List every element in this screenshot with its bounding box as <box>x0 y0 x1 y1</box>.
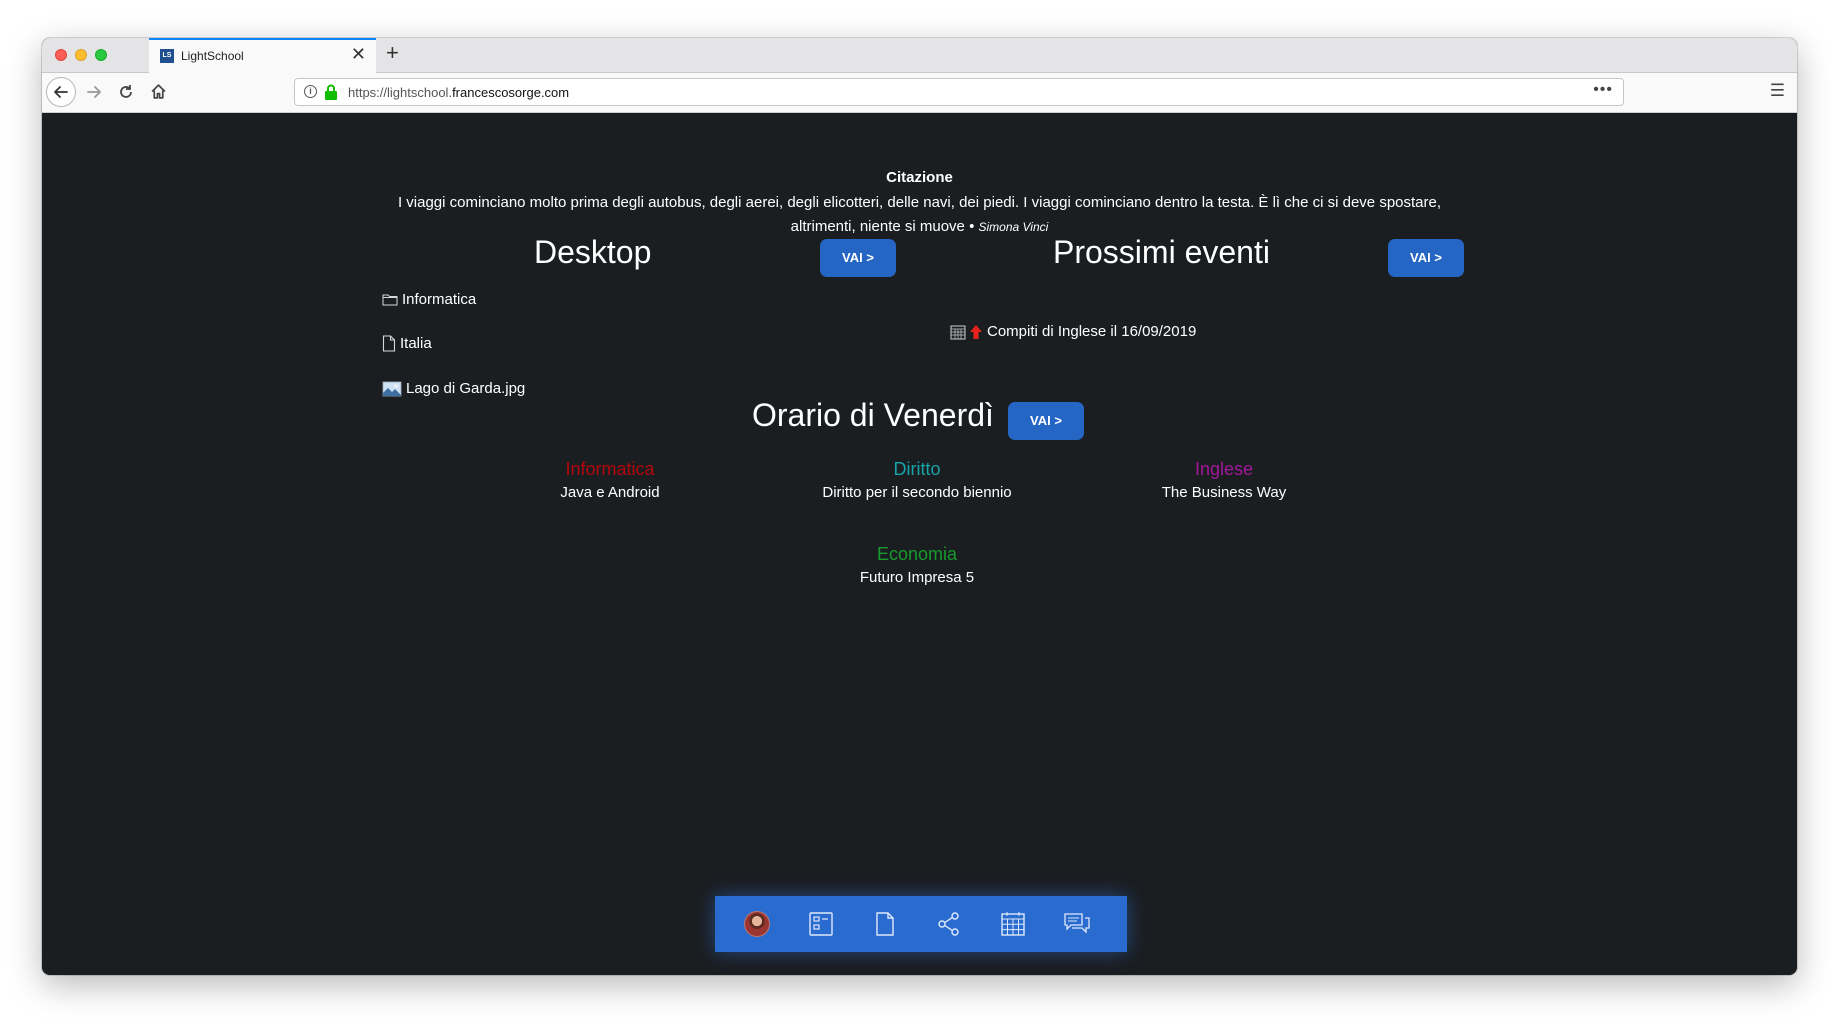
desktop-item-label: Informatica <box>402 291 477 308</box>
calendar-icon <box>1001 912 1025 936</box>
reload-button[interactable] <box>118 80 134 106</box>
schedule-book: The Business Way <box>1161 484 1287 501</box>
home-button[interactable] <box>150 80 167 106</box>
event-item[interactable]: Compiti di Inglese il 16/09/2019 <box>950 323 1196 340</box>
schedule-book: Java e Android <box>560 484 660 501</box>
schedule-book: Diritto per il secondo biennio <box>822 484 1012 501</box>
quote-separator: • <box>964 218 979 235</box>
close-window-button[interactable] <box>55 49 67 61</box>
desktop-item-informatica[interactable]: Informatica <box>382 291 476 308</box>
desktop-item-label: Lago di Garda.jpg <box>406 380 526 397</box>
dock-files-button[interactable] <box>869 908 901 940</box>
close-tab-icon[interactable]: ✕ <box>351 44 366 65</box>
browser-window: LS LightSchool ✕ + i https://lightschool… <box>42 38 1797 975</box>
site-info-icon[interactable]: i <box>304 85 317 98</box>
schedule-subject: Diritto <box>893 459 941 479</box>
zoom-window-button[interactable] <box>95 49 107 61</box>
schedule-entry-economia[interactable]: Economia Futuro Impresa 5 <box>767 544 1067 586</box>
event-label: Compiti di Inglese il 16/09/2019 <box>987 323 1197 340</box>
quote-title: Citazione <box>886 169 953 186</box>
avatar <box>744 911 770 937</box>
schedule-book: Futuro Impresa 5 <box>859 569 975 586</box>
bottom-dock <box>715 896 1127 952</box>
dock-desktop-button[interactable] <box>805 908 837 940</box>
events-title: Prossimi eventi <box>1053 234 1270 270</box>
dock-calendar-button[interactable] <box>997 908 1029 940</box>
document-icon <box>382 335 396 352</box>
dock-share-button[interactable] <box>933 908 965 940</box>
navigation-bar: i https://lightschool.francescosorge.com… <box>42 73 1797 113</box>
schedule-entry-inglese[interactable]: Inglese The Business Way <box>1074 459 1374 501</box>
file-icon <box>876 912 894 936</box>
url-prefix: https://lightschool. <box>348 85 453 100</box>
dock-messages-button[interactable] <box>1061 908 1093 940</box>
menu-icon[interactable]: ☰ <box>1770 81 1785 101</box>
desktop-title: Desktop <box>534 234 652 270</box>
profile-avatar-button[interactable] <box>741 908 773 940</box>
lock-icon <box>325 84 337 100</box>
new-tab-button[interactable]: + <box>386 40 399 66</box>
schedule-entry-informatica[interactable]: Informatica Java e Android <box>460 459 760 501</box>
quote-text: I viaggi cominciano molto prima degli au… <box>397 194 1442 235</box>
url-host: francescosorge.com <box>452 85 570 100</box>
messages-icon <box>1064 913 1090 934</box>
share-icon <box>938 912 959 936</box>
folder-icon <box>382 294 398 306</box>
desktop-item-lago-di-garda[interactable]: Lago di Garda.jpg <box>382 380 525 397</box>
tab-lightschool[interactable]: LS LightSchool ✕ <box>149 38 376 73</box>
url-text[interactable]: https://lightschool.francescosorge.com <box>348 85 569 100</box>
back-button[interactable] <box>46 77 76 107</box>
schedule-subject: Economia <box>876 544 958 564</box>
desktop-icon <box>809 912 833 936</box>
page-content: Citazione I viaggi cominciano molto prim… <box>42 114 1797 975</box>
arrow-right-icon <box>87 86 101 98</box>
desktop-item-label: Italia <box>400 335 432 352</box>
priority-up-arrow-icon <box>970 324 982 339</box>
reload-icon <box>120 85 132 98</box>
page-actions-icon[interactable]: ••• <box>1593 81 1613 99</box>
image-icon <box>382 381 402 396</box>
lightschool-favicon-icon: LS <box>160 49 174 63</box>
timetable-vai-button[interactable]: VAI > <box>1008 402 1084 440</box>
calendar-icon <box>950 325 966 339</box>
tab-strip: LS LightSchool ✕ + <box>42 38 1797 73</box>
home-icon <box>151 84 166 99</box>
tab-title: LightSchool <box>181 49 244 63</box>
forward-button[interactable] <box>86 80 102 106</box>
quote-body: I viaggi cominciano molto prima degli au… <box>382 191 1457 239</box>
url-bar[interactable]: i https://lightschool.francescosorge.com… <box>294 78 1624 106</box>
timetable-title: Orario di Venerdì <box>752 397 994 433</box>
minimize-window-button[interactable] <box>75 49 87 61</box>
desktop-item-italia[interactable]: Italia <box>382 335 432 352</box>
schedule-subject: Inglese <box>1194 459 1254 479</box>
desktop-vai-button[interactable]: VAI > <box>820 239 896 277</box>
schedule-entry-diritto[interactable]: Diritto Diritto per il secondo biennio <box>767 459 1067 501</box>
quote-author: Simona Vinci <box>978 220 1049 234</box>
events-vai-button[interactable]: VAI > <box>1388 239 1464 277</box>
arrow-left-icon <box>54 86 68 98</box>
schedule-subject: Informatica <box>565 459 655 479</box>
